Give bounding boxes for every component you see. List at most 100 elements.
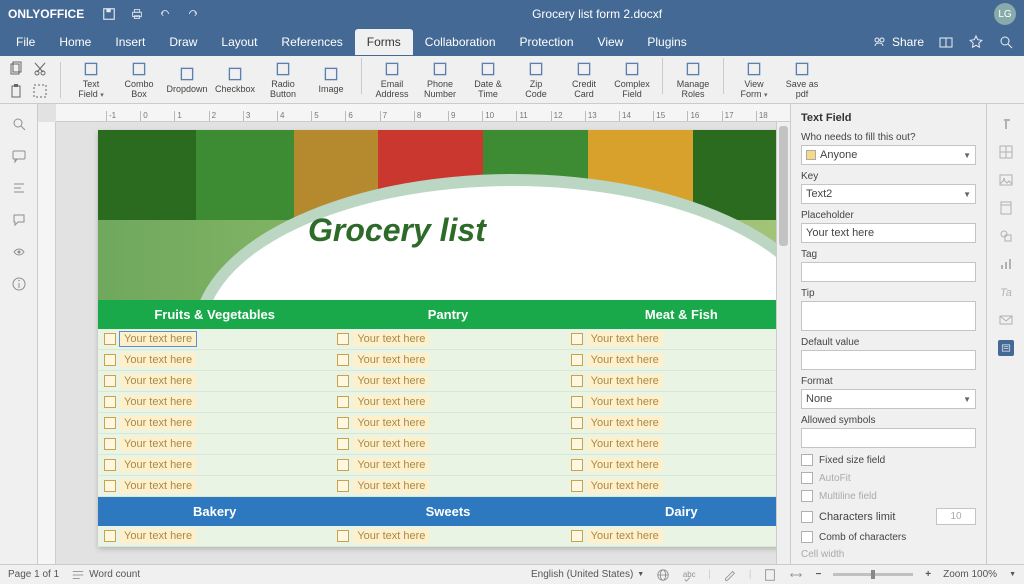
text-field-placeholder[interactable]: Your text here bbox=[587, 437, 663, 451]
language-select[interactable]: English (United States)▼ bbox=[531, 569, 644, 580]
form-cell[interactable]: Your text here bbox=[98, 413, 331, 434]
checkbox-field[interactable] bbox=[104, 459, 116, 471]
fit-width-icon[interactable] bbox=[789, 568, 803, 582]
text-field-placeholder[interactable]: Your text here bbox=[353, 479, 429, 493]
checkbox-field[interactable] bbox=[104, 438, 116, 450]
radio-button-button[interactable]: RadioButton bbox=[259, 58, 307, 102]
checkbox-field[interactable] bbox=[104, 375, 116, 387]
checkbox-field[interactable] bbox=[104, 396, 116, 408]
checkbox-field[interactable] bbox=[104, 530, 116, 542]
form-cell[interactable]: Your text here bbox=[331, 476, 564, 497]
checkbox-field[interactable] bbox=[337, 354, 349, 366]
form-cell[interactable]: Your text here bbox=[565, 329, 790, 350]
fixed-size-checkbox[interactable] bbox=[801, 454, 813, 466]
form-cell[interactable]: Your text here bbox=[98, 476, 331, 497]
page-indicator[interactable]: Page 1 of 1 bbox=[8, 569, 59, 580]
checkbox-field[interactable] bbox=[337, 438, 349, 450]
form-cell[interactable]: Your text here bbox=[331, 455, 564, 476]
text-field-placeholder[interactable]: Your text here bbox=[353, 395, 429, 409]
menu-draw[interactable]: Draw bbox=[157, 29, 209, 55]
select-all-icon[interactable] bbox=[32, 83, 48, 99]
dropdown-button[interactable]: Dropdown bbox=[163, 58, 211, 102]
form-cell[interactable]: Your text here bbox=[565, 476, 790, 497]
checkbox-field[interactable] bbox=[571, 354, 583, 366]
zip-code-button[interactable]: ZipCode bbox=[512, 58, 560, 102]
email-address-button[interactable]: EmailAddress bbox=[368, 58, 416, 102]
text-field-placeholder[interactable]: Your text here bbox=[353, 374, 429, 388]
zoom-value[interactable]: Zoom 100% bbox=[943, 569, 997, 580]
menu-plugins[interactable]: Plugins bbox=[635, 29, 698, 55]
form-cell[interactable]: Your text here bbox=[98, 434, 331, 455]
checkbox-field[interactable] bbox=[337, 333, 349, 345]
form-cell[interactable]: Your text here bbox=[98, 371, 331, 392]
paragraph-settings-icon[interactable] bbox=[998, 116, 1014, 132]
user-avatar[interactable]: LG bbox=[994, 3, 1016, 25]
form-cell[interactable]: Your text here bbox=[565, 413, 790, 434]
form-cell[interactable]: Your text here bbox=[331, 371, 564, 392]
manage-roles-button[interactable]: ManageRoles bbox=[669, 58, 717, 102]
checkbox-field[interactable] bbox=[337, 417, 349, 429]
form-cell[interactable]: Your text here bbox=[565, 526, 790, 547]
checkbox-field[interactable] bbox=[571, 459, 583, 471]
text-field-placeholder[interactable]: Your text here bbox=[120, 458, 196, 472]
search-icon[interactable] bbox=[998, 34, 1014, 50]
credit-card-button[interactable]: CreditCard bbox=[560, 58, 608, 102]
menu-insert[interactable]: Insert bbox=[103, 29, 157, 55]
headings-icon[interactable] bbox=[11, 180, 27, 196]
checkbox-field[interactable] bbox=[337, 396, 349, 408]
document-canvas[interactable]: -10123456789101112131415161718 Grocery l… bbox=[38, 104, 790, 564]
zoom-out[interactable]: − bbox=[815, 569, 821, 580]
view-form-button[interactable]: ViewForm ▾ bbox=[730, 58, 778, 102]
feedback-icon[interactable] bbox=[11, 244, 27, 260]
checkbox-field[interactable] bbox=[571, 375, 583, 387]
text-field-placeholder[interactable]: Your text here bbox=[353, 353, 429, 367]
placeholder-input[interactable]: Your text here bbox=[801, 223, 976, 243]
text-field-placeholder[interactable]: Your text here bbox=[120, 529, 196, 543]
spellcheck-icon[interactable]: abc bbox=[682, 568, 696, 582]
fill-select[interactable]: Anyone▼ bbox=[801, 145, 976, 165]
textart-settings-icon[interactable]: Ta bbox=[998, 284, 1014, 300]
format-select[interactable]: None▼ bbox=[801, 389, 976, 409]
text-field-placeholder[interactable]: Your text here bbox=[120, 395, 196, 409]
tip-input[interactable] bbox=[801, 301, 976, 331]
form-cell[interactable]: Your text here bbox=[565, 371, 790, 392]
allowed-input[interactable] bbox=[801, 428, 976, 448]
open-location-icon[interactable] bbox=[938, 34, 954, 50]
menu-references[interactable]: References bbox=[269, 29, 354, 55]
menu-forms[interactable]: Forms bbox=[355, 29, 413, 55]
checkbox-field[interactable] bbox=[104, 417, 116, 429]
key-select[interactable]: Text2▼ bbox=[801, 184, 976, 204]
cut-icon[interactable] bbox=[32, 61, 48, 77]
table-settings-icon[interactable] bbox=[998, 144, 1014, 160]
text-field-placeholder[interactable]: Your text here bbox=[120, 374, 196, 388]
form-cell[interactable]: Your text here bbox=[331, 434, 564, 455]
menu-layout[interactable]: Layout bbox=[209, 29, 269, 55]
paste-icon[interactable] bbox=[8, 83, 24, 99]
checkbox-field[interactable] bbox=[337, 530, 349, 542]
checkbox-field[interactable] bbox=[571, 417, 583, 429]
text-field-placeholder[interactable]: Your text here bbox=[353, 332, 429, 346]
form-cell[interactable]: Your text here bbox=[565, 434, 790, 455]
form-cell[interactable]: Your text here bbox=[98, 350, 331, 371]
charlimit-checkbox[interactable] bbox=[801, 511, 813, 523]
text-field-placeholder[interactable]: Your text here bbox=[120, 437, 196, 451]
form-cell[interactable]: Your text here bbox=[565, 455, 790, 476]
tag-input[interactable] bbox=[801, 262, 976, 282]
menu-collaboration[interactable]: Collaboration bbox=[413, 29, 508, 55]
text-field-placeholder[interactable]: Your text here bbox=[587, 374, 663, 388]
checkbox-field[interactable] bbox=[104, 333, 116, 345]
chat-icon[interactable] bbox=[11, 212, 27, 228]
text-field-placeholder[interactable]: Your text here bbox=[120, 332, 196, 346]
comb-checkbox[interactable] bbox=[801, 531, 813, 543]
star-icon[interactable] bbox=[968, 34, 984, 50]
menu-protection[interactable]: Protection bbox=[508, 29, 586, 55]
checkbox-field[interactable] bbox=[104, 354, 116, 366]
share-button[interactable]: Share bbox=[872, 34, 924, 50]
text-field-placeholder[interactable]: Your text here bbox=[353, 416, 429, 430]
form-cell[interactable]: Your text here bbox=[331, 329, 564, 350]
header-footer-icon[interactable] bbox=[998, 200, 1014, 216]
shape-settings-icon[interactable] bbox=[998, 228, 1014, 244]
phone-number-button[interactable]: PhoneNumber bbox=[416, 58, 464, 102]
zoom-slider[interactable] bbox=[833, 573, 913, 576]
text-field-placeholder[interactable]: Your text here bbox=[587, 529, 663, 543]
